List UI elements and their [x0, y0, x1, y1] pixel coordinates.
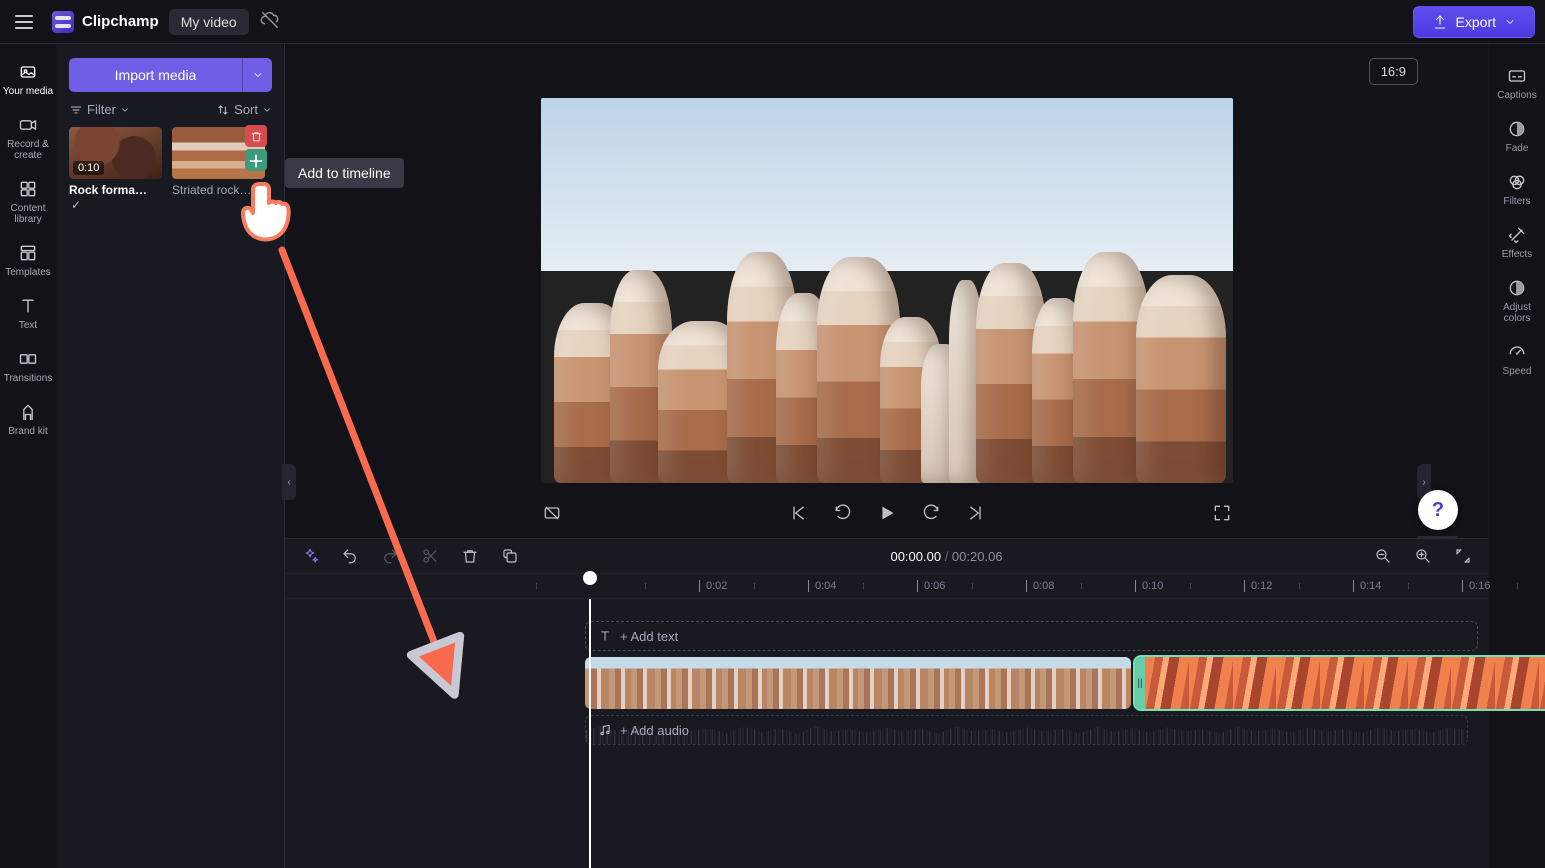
rail-label: Adjust colors	[1489, 302, 1545, 324]
zoom-out-button[interactable]	[1372, 545, 1394, 567]
delete-clip-button[interactable]	[459, 545, 481, 567]
add-to-timeline-button[interactable]: ＋	[245, 149, 267, 171]
rewind-button[interactable]	[832, 502, 854, 524]
in-timeline-check-icon: ✓	[71, 198, 81, 212]
rail-templates[interactable]: Templates	[0, 235, 56, 286]
ruler-tick: 0:02	[699, 574, 727, 598]
forward-button[interactable]	[920, 502, 942, 524]
duplicate-button[interactable]	[499, 545, 521, 567]
split-button[interactable]	[419, 545, 441, 567]
rail-captions[interactable]: Captions	[1489, 58, 1545, 109]
ruler-tick: 0:16	[1462, 574, 1490, 598]
ai-tools-button[interactable]	[299, 545, 321, 567]
rail-label: Transitions	[4, 373, 53, 384]
playhead-handle[interactable]	[583, 571, 597, 585]
filter-button[interactable]: Filter	[69, 102, 130, 117]
ruler-tick: 0:10	[1135, 574, 1163, 598]
media-thumbnail[interactable]: 0:10	[69, 127, 162, 179]
rail-label: Speed	[1503, 366, 1532, 377]
cloud-sync-off-icon[interactable]	[259, 9, 281, 34]
rail-label: Brand kit	[8, 426, 47, 437]
add-text-track-button[interactable]: + Add text	[585, 621, 1478, 651]
zoom-in-button[interactable]	[1412, 545, 1434, 567]
rail-label: Your media	[3, 86, 53, 97]
rail-label: Captions	[1497, 90, 1536, 101]
text-track: + Add text	[585, 621, 1478, 651]
redo-button[interactable]	[379, 545, 401, 567]
timeline-timecode: 00:00.00 / 00:20.06	[890, 549, 1002, 564]
left-rail: Your media Record & create Content libra…	[0, 44, 57, 868]
rail-your-media[interactable]: Your media	[0, 54, 56, 105]
import-media-button[interactable]: Import media	[69, 58, 242, 92]
rail-label: Fade	[1506, 143, 1529, 154]
rail-label: Content library	[0, 203, 56, 225]
rail-text[interactable]: Text	[0, 288, 56, 339]
rail-transitions[interactable]: Transitions	[0, 341, 56, 392]
timeline-tracks: + Add text ||	[285, 599, 1488, 868]
audio-track: + Add audio	[285, 715, 1478, 745]
transport-bar	[541, 489, 1233, 538]
rail-speed[interactable]: Speed	[1489, 334, 1545, 385]
aspect-ratio-button[interactable]: 16:9	[1369, 58, 1418, 85]
filter-label: Filter	[87, 102, 116, 117]
export-label: Export	[1456, 14, 1496, 30]
rail-label: Templates	[5, 267, 51, 278]
ruler-tick: 0:14	[1353, 574, 1381, 598]
fit-timeline-button[interactable]	[1452, 545, 1474, 567]
app-name: Clipchamp	[82, 13, 159, 30]
timeline: 00:00.00 / 00:20.06 0:02 0:04 0:06 0:08 0:10…	[285, 538, 1488, 868]
media-title: Rock formati...	[69, 183, 149, 197]
sort-label: Sort	[234, 102, 258, 117]
skip-start-button[interactable]	[788, 502, 810, 524]
preview-area: 16:9	[285, 44, 1488, 538]
rail-content-library[interactable]: Content library	[0, 171, 56, 233]
media-panel: Import media Filter Sort 0:10 Roc	[57, 44, 285, 868]
ruler-tick: 0:08	[1026, 574, 1054, 598]
media-duration: 0:10	[73, 161, 104, 175]
skip-end-button[interactable]	[964, 502, 986, 524]
rail-label: Effects	[1502, 249, 1532, 260]
rail-label: Text	[19, 320, 37, 331]
rail-brand-kit[interactable]: Brand kit	[0, 394, 56, 445]
toggle-preview-chrome-button[interactable]	[541, 502, 563, 524]
ruler-tick: 0:04	[808, 574, 836, 598]
video-track: || ||	[585, 657, 1478, 709]
fullscreen-button[interactable]	[1211, 502, 1233, 524]
media-item-1[interactable]: 0:10 Rock formati... ✓	[69, 127, 162, 212]
video-clip-1[interactable]	[585, 657, 1131, 709]
menu-button[interactable]	[10, 8, 38, 36]
rail-effects[interactable]: Effects	[1489, 217, 1545, 268]
timeline-toolbar: 00:00.00 / 00:20.06	[285, 539, 1488, 573]
rail-fade[interactable]: Fade	[1489, 111, 1545, 162]
project-title[interactable]: My video	[169, 9, 249, 35]
video-clip-2[interactable]: || ||	[1135, 657, 1545, 709]
ruler-tick: 0:06	[917, 574, 945, 598]
right-rail: Captions Fade Filters Effects Adjust col…	[1488, 44, 1545, 868]
delete-media-button[interactable]	[245, 125, 267, 147]
add-audio-track-button[interactable]: + Add audio	[585, 715, 1468, 745]
rail-filters[interactable]: Filters	[1489, 164, 1545, 215]
media-title: Striated rock f...	[172, 183, 252, 197]
import-media-dropdown[interactable]	[242, 58, 272, 92]
help-button[interactable]: ?	[1418, 490, 1458, 530]
rail-adjust-colors[interactable]: Adjust colors	[1489, 270, 1545, 332]
add-text-label: + Add text	[620, 629, 678, 644]
video-preview[interactable]	[541, 98, 1233, 483]
app-logo[interactable]: Clipchamp	[52, 11, 159, 33]
ruler-tick: 0:12	[1244, 574, 1272, 598]
media-item-2[interactable]: ＋ Striated rock f...	[172, 127, 265, 212]
export-button[interactable]: Export	[1413, 6, 1535, 38]
rail-label: Record & create	[0, 139, 56, 161]
play-button[interactable]	[876, 502, 898, 524]
clip-trim-left-handle[interactable]: ||	[1135, 657, 1145, 709]
timeline-ruler[interactable]: 0:020:040:060:080:100:120:140:160:18	[285, 573, 1488, 599]
rail-label: Filters	[1503, 196, 1530, 207]
rail-record-create[interactable]: Record & create	[0, 107, 56, 169]
topbar: Clipchamp My video Export	[0, 0, 1545, 44]
add-audio-label: + Add audio	[620, 723, 689, 738]
logo-icon	[52, 11, 74, 33]
sort-button[interactable]: Sort	[216, 102, 272, 117]
undo-button[interactable]	[339, 545, 361, 567]
